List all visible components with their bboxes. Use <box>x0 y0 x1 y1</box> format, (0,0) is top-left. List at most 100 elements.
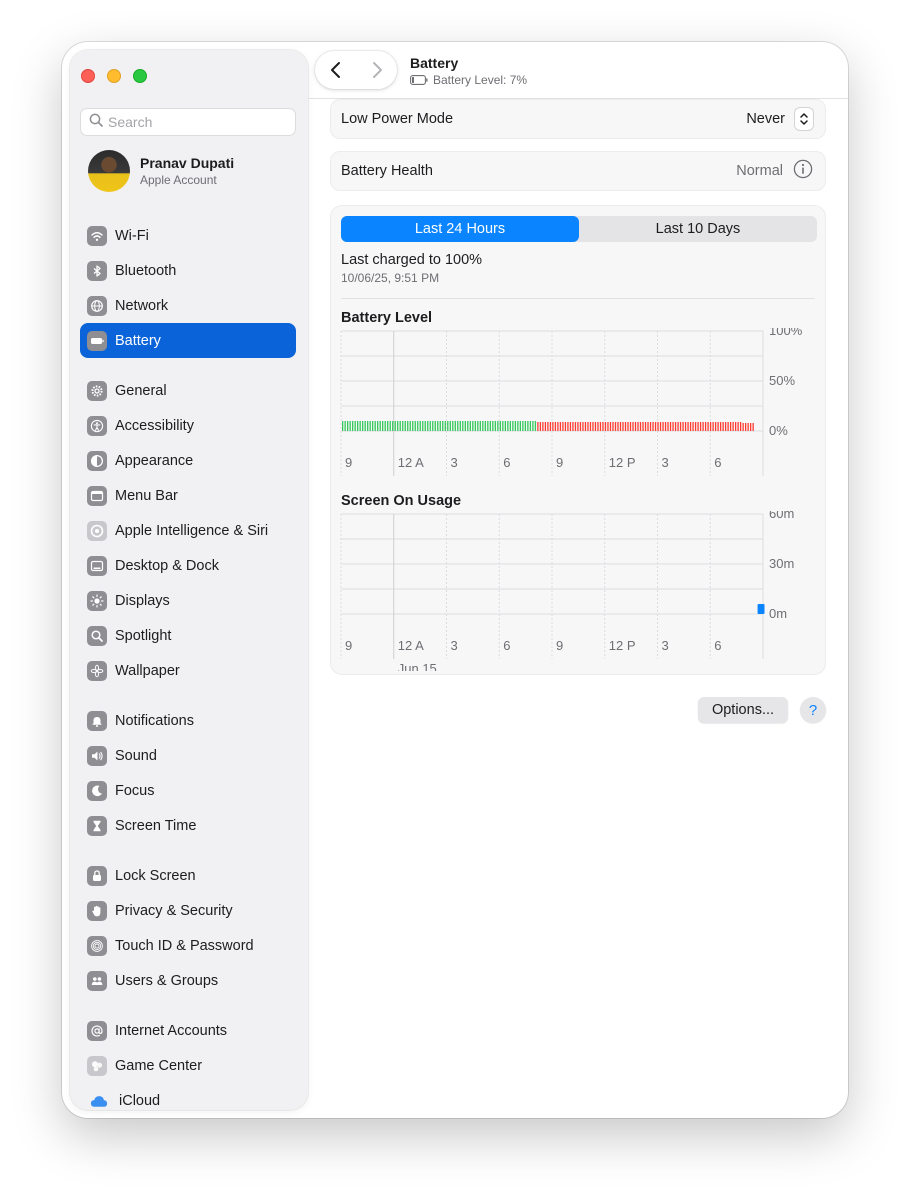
chevron-right-icon <box>372 62 382 78</box>
sidebar-item-screen-time[interactable]: Screen Time <box>80 808 296 843</box>
sidebar-item-focus[interactable]: Focus <box>80 773 296 808</box>
sidebar-item-privacy-security[interactable]: Privacy & Security <box>80 893 296 928</box>
x-tick-label: 12 A <box>398 455 424 470</box>
bar <box>344 421 346 431</box>
bar <box>527 421 529 431</box>
bar <box>634 422 637 431</box>
bar <box>557 422 559 431</box>
sidebar-item-accessibility[interactable]: Accessibility <box>80 408 296 443</box>
sidebar-item-label: General <box>115 382 167 399</box>
bar <box>544 422 547 431</box>
sidebar-item-bluetooth[interactable]: Bluetooth <box>80 253 296 288</box>
sidebar-item-users-groups[interactable]: Users & Groups <box>80 963 296 998</box>
sidebar-item-battery[interactable]: Battery <box>80 323 296 358</box>
bar <box>752 423 754 431</box>
sidebar-item-label: Wallpaper <box>115 662 180 679</box>
sidebar-item-displays[interactable]: Displays <box>80 583 296 618</box>
battery-level-text: Battery Level: 7% <box>433 73 528 87</box>
bar <box>452 421 454 431</box>
sidebar-item-spotlight[interactable]: Spotlight <box>80 618 296 653</box>
hourglass-icon <box>87 815 107 836</box>
bar <box>617 422 619 431</box>
sidebar-item-apple-intelligence-siri[interactable]: Apple Intelligence & Siri <box>80 513 296 548</box>
battery-level-subtitle: Battery Level: 7% <box>410 73 527 87</box>
minimize-window-button[interactable] <box>107 69 121 83</box>
close-window-button[interactable] <box>81 69 95 83</box>
bar <box>502 421 504 431</box>
bar <box>437 421 439 431</box>
sidebar-item-label: Focus <box>115 782 155 799</box>
bar <box>729 422 732 431</box>
sidebar-item-general[interactable]: General <box>80 373 296 408</box>
bar <box>594 422 597 431</box>
apple-account[interactable]: Pranav Dupati Apple Account <box>88 150 234 192</box>
bar <box>562 422 564 431</box>
low-power-mode-popup[interactable]: Never <box>746 108 813 130</box>
battery-level-chart-title: Battery Level <box>341 310 433 326</box>
bar <box>507 421 509 431</box>
dock-icon <box>87 555 107 576</box>
bar <box>719 422 722 431</box>
bar <box>444 421 446 431</box>
bar <box>629 422 632 431</box>
sidebar-item-lock-screen[interactable]: Lock Screen <box>80 858 296 893</box>
moon-icon <box>87 780 107 801</box>
x-tick-label: 9 <box>345 638 352 653</box>
sidebar-item-wi-fi[interactable]: Wi-Fi <box>80 218 296 253</box>
bar <box>747 423 749 431</box>
bar <box>722 422 724 431</box>
bar <box>407 421 409 431</box>
forward-button[interactable] <box>359 55 395 85</box>
sidebar-item-game-center[interactable]: Game Center <box>80 1048 296 1083</box>
sidebar-item-network[interactable]: Network <box>80 288 296 323</box>
bar <box>429 421 431 431</box>
bar <box>369 421 371 431</box>
sidebar-item-label: Network <box>115 297 169 314</box>
bar <box>362 421 364 431</box>
bar <box>514 421 517 431</box>
tab-last-10-days[interactable]: Last 10 Days <box>579 216 817 242</box>
chevron-left-icon <box>330 62 340 78</box>
help-button[interactable]: ? <box>800 697 826 723</box>
sidebar-item-icloud[interactable]: iCloud <box>80 1083 296 1110</box>
sidebar-item-notifications[interactable]: Notifications <box>80 703 296 738</box>
x-tick-label: 9 <box>556 455 563 470</box>
search-field[interactable] <box>80 108 296 136</box>
info-icon[interactable] <box>793 159 813 183</box>
bar <box>512 421 514 431</box>
bar <box>574 422 577 431</box>
back-button[interactable] <box>318 55 354 85</box>
sun-icon <box>87 590 107 611</box>
options-button[interactable]: Options... <box>698 697 788 723</box>
zoom-window-button[interactable] <box>133 69 147 83</box>
x-tick-label: 12 A <box>398 638 424 653</box>
bar <box>542 422 544 431</box>
bar <box>657 422 659 431</box>
sidebar-item-sound[interactable]: Sound <box>80 738 296 773</box>
bar <box>414 421 416 431</box>
sidebar-item-touch-id-password[interactable]: Touch ID & Password <box>80 928 296 963</box>
bar <box>737 422 739 431</box>
bar <box>639 422 642 431</box>
bar <box>724 422 727 431</box>
fingerprint-icon <box>87 935 107 956</box>
bar <box>727 422 729 431</box>
sidebar-item-menu-bar[interactable]: Menu Bar <box>80 478 296 513</box>
sidebar-item-label: Appearance <box>115 452 194 469</box>
battery-health-value: Normal <box>736 163 783 179</box>
bar <box>534 421 537 431</box>
bar <box>664 422 667 431</box>
sidebar-item-label: Spotlight <box>115 627 172 644</box>
search-input[interactable] <box>108 114 288 130</box>
sidebar-item-appearance[interactable]: Appearance <box>80 443 296 478</box>
bar <box>599 422 602 431</box>
sidebar-item-desktop-dock[interactable]: Desktop & Dock <box>80 548 296 583</box>
bar <box>607 422 609 431</box>
bar <box>464 421 466 431</box>
sidebar-item-wallpaper[interactable]: Wallpaper <box>80 653 296 688</box>
sidebar-item-internet-accounts[interactable]: Internet Accounts <box>80 1013 296 1048</box>
x-tick-label: 3 <box>451 455 458 470</box>
bar <box>667 422 669 431</box>
tab-last-24-hours[interactable]: Last 24 Hours <box>341 216 579 242</box>
bar <box>757 604 765 614</box>
